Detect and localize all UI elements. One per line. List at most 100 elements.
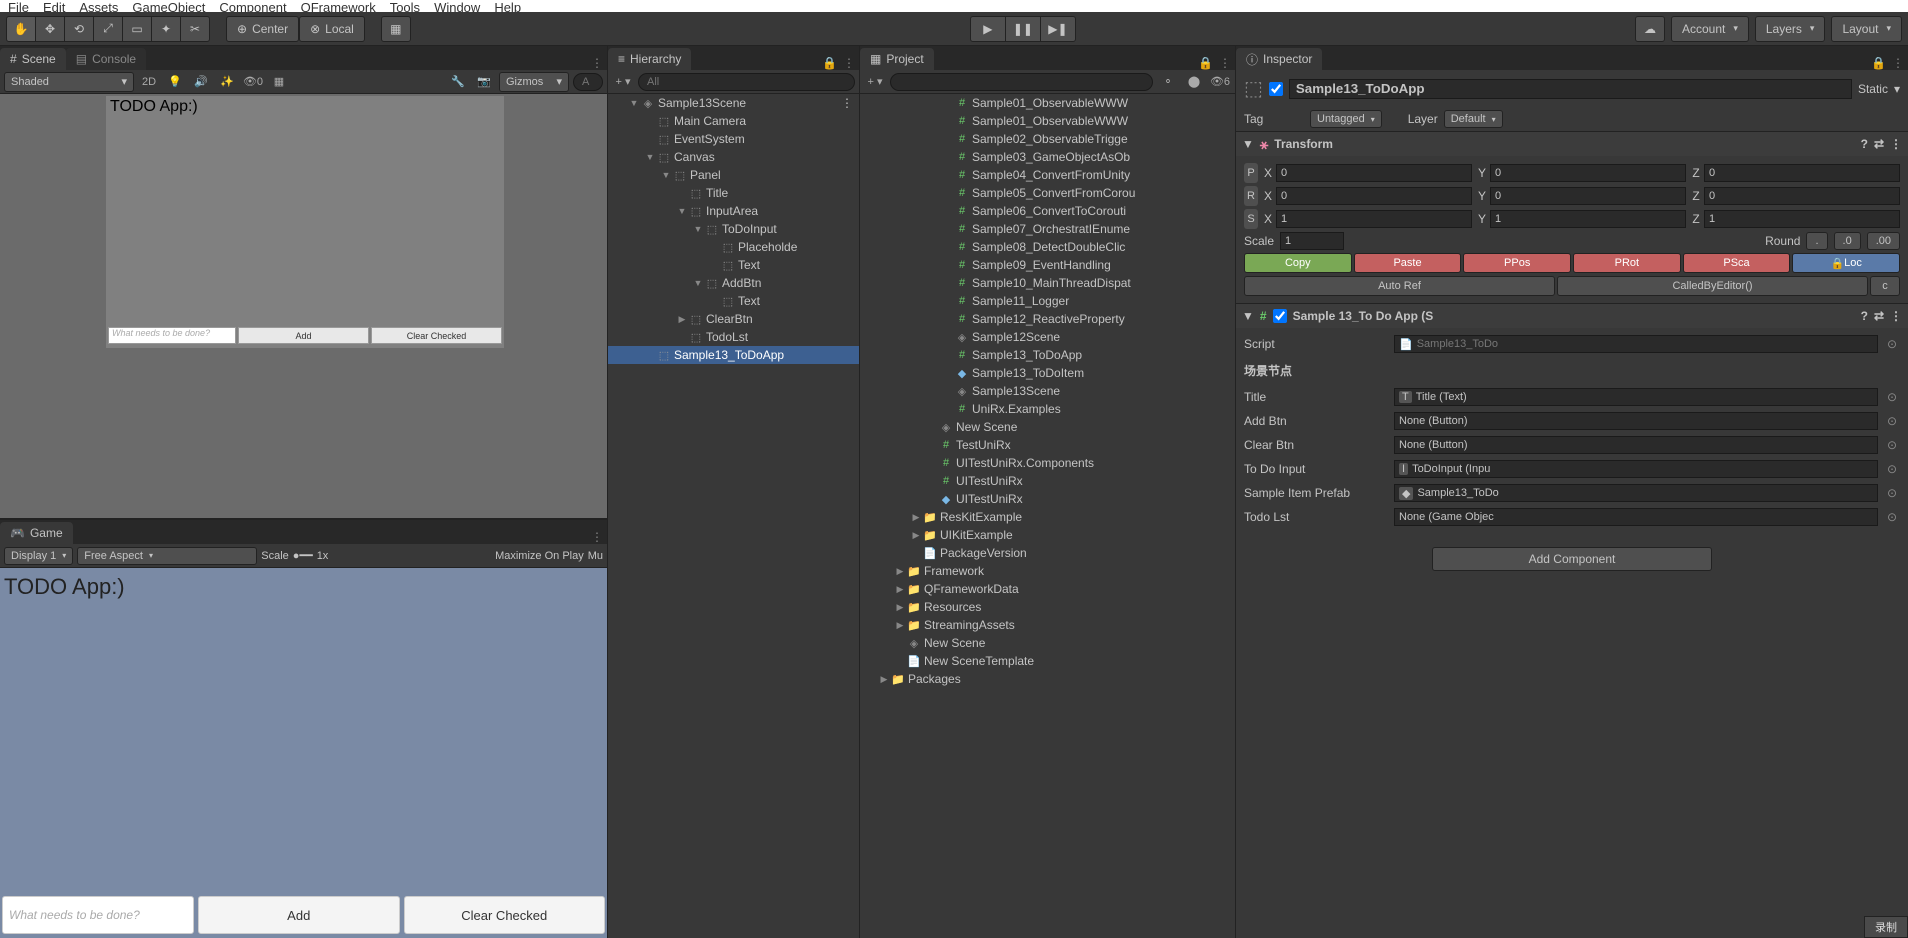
menu-file[interactable]: File	[8, 0, 29, 12]
scene-view[interactable]: TODO App:) What needs to be done? Add Cl…	[0, 94, 607, 518]
tree-row[interactable]: ⬚Text	[608, 292, 859, 310]
game-todo-input[interactable]: What needs to be done?	[2, 896, 194, 934]
tree-row[interactable]: ▶📁UIKitExample	[860, 526, 1235, 544]
tree-row[interactable]: ⬚TodoLst	[608, 328, 859, 346]
layers-dropdown[interactable]: Layers	[1755, 16, 1826, 42]
tree-row[interactable]: #Sample10_MainThreadDispat	[860, 274, 1235, 292]
menu-gameobject[interactable]: GameObject	[132, 0, 205, 12]
gizmos-dropdown[interactable]: Gizmos▾	[499, 72, 569, 92]
tab-scene[interactable]: # Scene	[0, 48, 66, 70]
menu-icon[interactable]: ⋮	[1890, 137, 1902, 151]
item-menu-icon[interactable]: ⋮	[841, 96, 853, 110]
lock-icon[interactable]: 🔒	[1198, 56, 1213, 70]
tree-row[interactable]: ▼◈Sample13Scene⋮	[608, 94, 859, 112]
preset-icon[interactable]: ⇄	[1874, 309, 1884, 323]
scene-search[interactable]	[573, 73, 603, 91]
menu-qframework[interactable]: QFramework	[301, 0, 376, 12]
preset-icon[interactable]: ⇄	[1874, 137, 1884, 151]
create-dropdown[interactable]: + ▾	[612, 73, 634, 91]
tree-row[interactable]: ▶📁QFrameworkData	[860, 580, 1235, 598]
scale-tool[interactable]: ⤢	[93, 16, 123, 42]
loc-button[interactable]: 🔒Loc	[1792, 253, 1900, 273]
tree-row[interactable]: ⬚EventSystem	[608, 130, 859, 148]
tree-row[interactable]: #Sample01_ObservableWWW	[860, 112, 1235, 130]
menu-tools[interactable]: Tools	[390, 0, 420, 12]
pos-y[interactable]	[1490, 164, 1686, 182]
tree-row[interactable]: ◈New Scene	[860, 634, 1235, 652]
tree-row[interactable]: ▶📁StreamingAssets	[860, 616, 1235, 634]
lock-icon[interactable]: 🔒	[1871, 56, 1886, 70]
tree-row[interactable]: #Sample09_EventHandling	[860, 256, 1235, 274]
tree-row[interactable]: #Sample12_ReactiveProperty	[860, 310, 1235, 328]
cloud-button[interactable]: ☁	[1635, 16, 1665, 42]
tab-game[interactable]: 🎮 Game	[0, 522, 73, 544]
help-icon[interactable]: ?	[1861, 137, 1868, 151]
scale-y[interactable]	[1490, 210, 1686, 228]
create-dropdown[interactable]: + ▾	[864, 73, 886, 91]
object-picker-icon[interactable]: ⊙	[1884, 390, 1900, 404]
tree-row[interactable]: ⬚Main Camera	[608, 112, 859, 130]
prot-button[interactable]: PRot	[1573, 253, 1681, 273]
menu-icon[interactable]: ⋮	[1890, 309, 1902, 323]
display-dropdown[interactable]: Display 1	[4, 547, 73, 565]
object-picker-icon[interactable]: ⊙	[1884, 510, 1900, 524]
pos-z[interactable]	[1704, 164, 1900, 182]
tree-row[interactable]: #Sample05_ConvertFromCorou	[860, 184, 1235, 202]
tree-row[interactable]: ◆UITestUniRx	[860, 490, 1235, 508]
menu-edit[interactable]: Edit	[43, 0, 65, 12]
scale-slider[interactable]: ●━━	[293, 549, 313, 562]
camera-icon[interactable]: 📷	[473, 73, 495, 91]
copy-button[interactable]: Copy	[1244, 253, 1352, 273]
tree-row[interactable]: #Sample13_ToDoApp	[860, 346, 1235, 364]
panel-menu-icon[interactable]: ⋮	[1219, 56, 1231, 70]
shaded-dropdown[interactable]: Shaded▾	[4, 72, 134, 92]
tree-row[interactable]: #Sample01_ObservableWWW	[860, 94, 1235, 112]
hidden-icon[interactable]: 👁 0	[242, 73, 264, 91]
calledby-button[interactable]: CalledByEditor()	[1557, 276, 1868, 296]
tree-row[interactable]: ⬚Sample13_ToDoApp	[608, 346, 859, 364]
tree-row[interactable]: ▼⬚InputArea	[608, 202, 859, 220]
layer-dropdown[interactable]: Default	[1444, 110, 1503, 128]
rot-x[interactable]	[1276, 187, 1472, 205]
tree-row[interactable]: ⬚Title	[608, 184, 859, 202]
pivot-local[interactable]: ⊗ Local	[299, 16, 365, 42]
game-clear-button[interactable]: Clear Checked	[404, 896, 606, 934]
rot-z[interactable]	[1704, 187, 1900, 205]
tag-dropdown[interactable]: Untagged	[1310, 110, 1382, 128]
menu-assets[interactable]: Assets	[79, 0, 118, 12]
object-picker-icon[interactable]: ⊙	[1884, 438, 1900, 452]
scale-x[interactable]	[1276, 210, 1472, 228]
menu-help[interactable]: Help	[494, 0, 521, 12]
tree-row[interactable]: #Sample07_OrchestratIEnume	[860, 220, 1235, 238]
menu-window[interactable]: Window	[434, 0, 480, 12]
round-0[interactable]: .0	[1834, 232, 1861, 250]
tree-row[interactable]: ◈New Scene	[860, 418, 1235, 436]
tab-inspector[interactable]: ⓘ Inspector	[1236, 48, 1322, 70]
tree-row[interactable]: #TestUniRx	[860, 436, 1235, 454]
light-icon[interactable]: 💡	[164, 73, 186, 91]
pause-button[interactable]: ❚❚	[1005, 16, 1041, 42]
transform-tool[interactable]: ✦	[151, 16, 181, 42]
psca-button[interactable]: PSca	[1683, 253, 1791, 273]
object-field[interactable]: TTitle (Text)	[1394, 388, 1878, 406]
c-button[interactable]: c	[1870, 276, 1900, 296]
panel-menu-icon[interactable]: ⋮	[591, 56, 603, 70]
custom-tool[interactable]: ✂	[180, 16, 210, 42]
object-field[interactable]: None (Button)	[1394, 412, 1878, 430]
hand-tool[interactable]: ✋	[6, 16, 36, 42]
move-tool[interactable]: ✥	[35, 16, 65, 42]
round-00[interactable]: .00	[1867, 232, 1900, 250]
add-component-button[interactable]: Add Component	[1432, 547, 1712, 571]
rect-tool[interactable]: ▭	[122, 16, 152, 42]
filter-icon[interactable]: ⚬	[1157, 73, 1179, 91]
static-label[interactable]: Static	[1858, 82, 1888, 96]
help-icon[interactable]: ?	[1861, 309, 1868, 323]
object-field[interactable]: None (Button)	[1394, 436, 1878, 454]
tree-row[interactable]: #UITestUniRx.Components	[860, 454, 1235, 472]
tree-row[interactable]: #UniRx.Examples	[860, 400, 1235, 418]
tree-row[interactable]: ◈Sample12Scene	[860, 328, 1235, 346]
tab-console[interactable]: ▤ Console	[66, 48, 146, 70]
tree-row[interactable]: #Sample11_Logger	[860, 292, 1235, 310]
maximize-toggle[interactable]: Maximize On Play	[495, 550, 584, 562]
tree-row[interactable]: ▼⬚AddBtn	[608, 274, 859, 292]
